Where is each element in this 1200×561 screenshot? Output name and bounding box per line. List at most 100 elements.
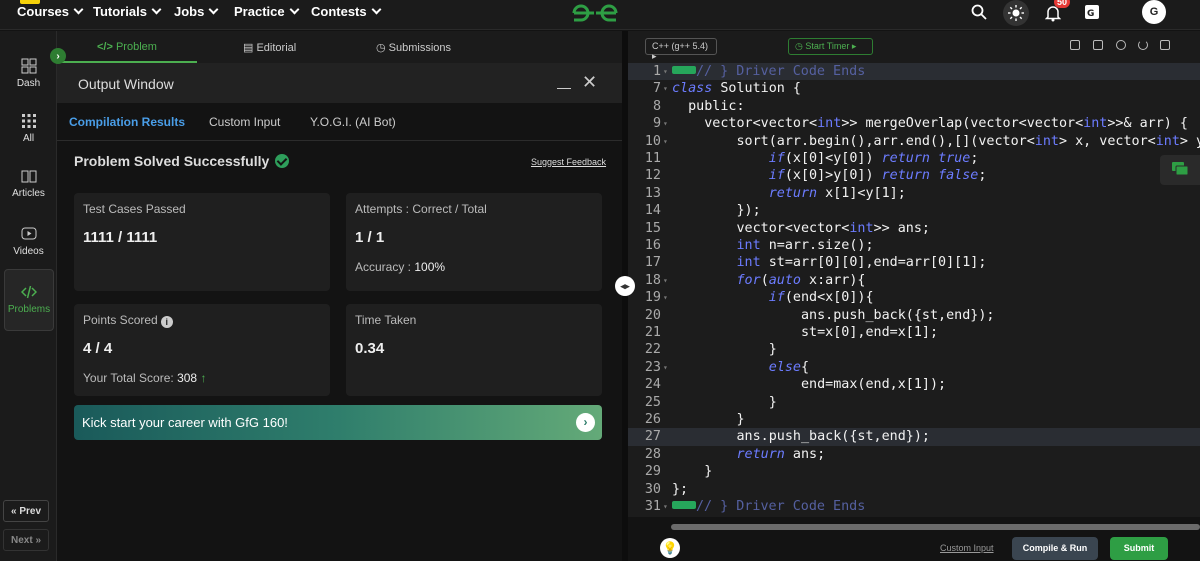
code-text: public: bbox=[672, 98, 745, 114]
resize-handle-icon[interactable]: ◂▸ bbox=[615, 276, 635, 296]
expand-sidebar-button[interactable]: › bbox=[50, 48, 66, 64]
code-line[interactable]: 7 ▾ class Solution { bbox=[628, 80, 1200, 97]
settings-icon[interactable] bbox=[1116, 40, 1126, 50]
fold-icon[interactable]: ▾ bbox=[663, 272, 668, 289]
collapsed-code-badge[interactable] bbox=[672, 66, 696, 74]
tab-compilation-results[interactable]: Compilation Results bbox=[69, 115, 185, 129]
start-timer-button[interactable]: ◷ Start Timer ▸ bbox=[788, 38, 873, 55]
code-line[interactable]: 15 vector<vector<int>> ans; bbox=[628, 220, 1200, 237]
code-editor[interactable]: 1 ▾// } Driver Code Ends 7 ▾ class Solution … bbox=[628, 63, 1200, 517]
code-line[interactable]: 26 } bbox=[628, 411, 1200, 428]
tab-yogi-ai-bot[interactable]: Y.O.G.I. (AI Bot) bbox=[310, 115, 396, 129]
submit-button[interactable]: Submit bbox=[1110, 537, 1168, 560]
sidebar-item-articles[interactable]: Articles bbox=[0, 168, 57, 199]
chevron-down-icon bbox=[289, 4, 300, 15]
tab-submissions[interactable]: ◷ Submissions bbox=[376, 41, 451, 54]
code-line[interactable]: 25 } bbox=[628, 394, 1200, 411]
code-text: // } Driver Code Ends bbox=[672, 498, 865, 515]
reset-icon[interactable] bbox=[1138, 40, 1148, 50]
code-line[interactable]: 14 }); bbox=[628, 202, 1200, 219]
code-line[interactable]: 11 if(x[0]<y[0]) return true; bbox=[628, 150, 1200, 167]
tab-problem[interactable]: </> Problem bbox=[97, 41, 157, 53]
code-line[interactable]: 21 st=x[0],end=x[1]; bbox=[628, 324, 1200, 341]
code-line[interactable]: 10 ▾ sort(arr.begin(),arr.end(),[](vector… bbox=[628, 133, 1200, 150]
nav-courses[interactable]: Courses bbox=[17, 4, 84, 19]
prev-button[interactable]: « Prev bbox=[3, 500, 49, 522]
compile-run-button[interactable]: Compile & Run bbox=[1012, 537, 1098, 560]
sidebar-item-all[interactable]: All bbox=[0, 113, 57, 144]
line-number: 20 bbox=[644, 307, 661, 323]
code-line[interactable]: 17 int st=arr[0][0],end=arr[0][1]; bbox=[628, 254, 1200, 271]
code-icon: </> bbox=[97, 41, 116, 53]
fold-icon[interactable]: ▾ bbox=[663, 115, 668, 132]
promo-banner[interactable]: Kick start your career with GfG 160! › bbox=[74, 405, 602, 440]
attempts-card: Attempts : Correct / Total 1 / 1 Accurac… bbox=[346, 193, 602, 291]
fold-icon[interactable]: ▾ bbox=[663, 80, 668, 97]
code-line[interactable]: 18 ▾ for(auto x:arr){ bbox=[628, 272, 1200, 289]
custom-input-link[interactable]: Custom Input bbox=[940, 543, 994, 553]
code-line[interactable]: 12 if(x[0]>y[0]) return false; bbox=[628, 167, 1200, 184]
document-icon: ▤ bbox=[243, 42, 257, 54]
line-number: 26 bbox=[644, 412, 661, 427]
sidebar-item-dash[interactable]: Dash bbox=[0, 58, 57, 89]
suggest-feedback-link[interactable]: Suggest Feedback bbox=[531, 157, 606, 167]
nav-jobs[interactable]: Jobs bbox=[174, 4, 219, 19]
code-line[interactable]: 13 return x[1]<y[1]; bbox=[628, 185, 1200, 202]
problem-tabs: </> Problem ▤ Editorial ◷ Submissions bbox=[57, 31, 622, 63]
collapsed-code-badge[interactable] bbox=[672, 501, 696, 509]
code-line[interactable]: 22 } bbox=[628, 341, 1200, 358]
tab-label: Submissions bbox=[388, 42, 452, 54]
code-line[interactable]: 29 } bbox=[628, 463, 1200, 480]
fold-icon[interactable]: ▾ bbox=[663, 359, 668, 376]
nav-contests[interactable]: Contests bbox=[311, 4, 382, 19]
code-line[interactable]: 20 ans.push_back({st,end}); bbox=[628, 307, 1200, 324]
info-icon[interactable]: i bbox=[160, 316, 173, 328]
code-text: end=max(end,x[1]); bbox=[672, 377, 947, 393]
theme-toggle[interactable] bbox=[1003, 0, 1029, 26]
code-line[interactable]: 31 ▾// } Driver Code Ends bbox=[628, 498, 1200, 515]
upload-icon[interactable] bbox=[1093, 40, 1103, 50]
code-line[interactable]: 16 int n=arr.size(); bbox=[628, 237, 1200, 254]
code-line[interactable]: 1 ▾// } Driver Code Ends bbox=[628, 63, 1200, 81]
fold-icon[interactable]: ▾ bbox=[663, 63, 668, 80]
minimize-icon[interactable] bbox=[557, 75, 571, 89]
chat-button[interactable] bbox=[1160, 155, 1200, 185]
nav-tutorials[interactable]: Tutorials bbox=[93, 4, 162, 19]
code-line[interactable]: 24 end=max(end,x[1]); bbox=[628, 376, 1200, 393]
code-line[interactable]: 8 public: bbox=[628, 98, 1200, 115]
code-text: st=x[0],end=x[1]; bbox=[672, 325, 939, 340]
chevron-right-icon[interactable]: › bbox=[576, 413, 595, 432]
copy-icon[interactable] bbox=[1070, 40, 1080, 50]
code-line[interactable]: 23 ▾ else{ bbox=[628, 359, 1200, 376]
lightbulb-icon[interactable]: 💡 bbox=[660, 538, 680, 558]
fullscreen-icon[interactable] bbox=[1160, 40, 1170, 50]
avatar[interactable]: G bbox=[1142, 0, 1166, 24]
dots-grid-icon bbox=[21, 114, 36, 128]
nav-label: Tutorials bbox=[93, 4, 147, 19]
code-line[interactable]: 9 ▾ vector<vector<int>> mergeOverlap(vect… bbox=[628, 115, 1200, 132]
search-icon[interactable] bbox=[971, 4, 987, 20]
tab-custom-input[interactable]: Custom Input bbox=[209, 115, 280, 129]
points-label: Points Scored i bbox=[83, 313, 173, 328]
sidebar-item-problems[interactable]: Problems bbox=[4, 269, 54, 331]
code-line[interactable]: 19 ▾ if(end<x[0]){ bbox=[628, 289, 1200, 306]
code-text: } bbox=[672, 394, 777, 410]
close-icon[interactable]: ✕ bbox=[582, 73, 597, 91]
language-select[interactable]: C++ (g++ 5.4) ▸ bbox=[645, 38, 717, 61]
gfg-logo[interactable] bbox=[570, 2, 620, 24]
code-line[interactable]: 28 return ans; bbox=[628, 446, 1200, 463]
output-subtabs: Compilation Results Custom Input Y.O.G.I… bbox=[57, 103, 622, 141]
translate-icon[interactable]: G bbox=[1084, 4, 1100, 20]
code-text: }); bbox=[672, 203, 761, 219]
fold-icon[interactable]: ▾ bbox=[663, 289, 668, 306]
code-line[interactable]: 27 ans.push_back({st,end}); bbox=[628, 428, 1200, 446]
points-label-text: Points Scored bbox=[83, 313, 158, 327]
sidebar-item-videos[interactable]: Videos bbox=[0, 226, 57, 257]
next-button[interactable]: Next » bbox=[3, 529, 49, 551]
nav-practice[interactable]: Practice bbox=[234, 4, 300, 19]
tab-editorial[interactable]: ▤ Editorial bbox=[243, 41, 296, 54]
fold-icon[interactable]: ▾ bbox=[663, 498, 668, 515]
fold-icon[interactable]: ▾ bbox=[663, 133, 668, 150]
line-number: 17 bbox=[644, 255, 661, 271]
code-line[interactable]: 30}; bbox=[628, 481, 1200, 498]
